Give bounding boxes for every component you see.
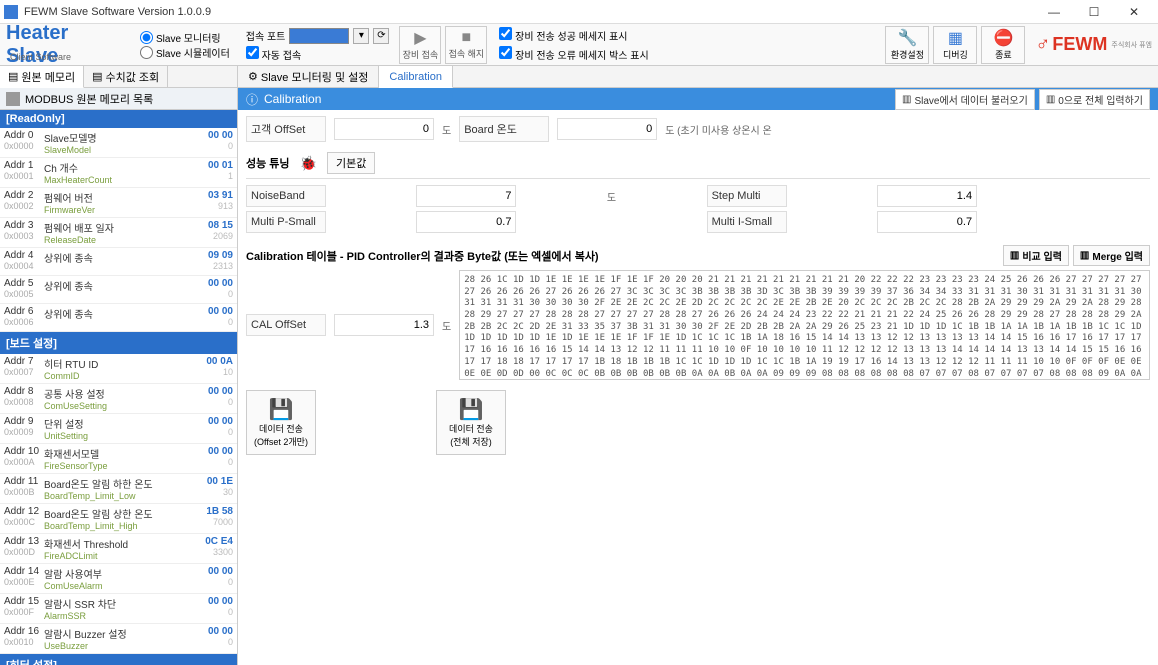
multip-label: Multi P-Small — [246, 211, 326, 233]
memory-row[interactable]: Addr 150x000F 알람시 SSR 차단AlarmSSR 00 000 — [0, 594, 237, 624]
port-select[interactable] — [289, 28, 349, 44]
board-temp-input[interactable]: 0 — [557, 118, 657, 140]
port-refresh-button[interactable]: ⟳ — [373, 28, 389, 44]
memory-row[interactable]: Addr 60x0006 상위에 종속 00 000 — [0, 304, 237, 332]
show-error-check[interactable]: 장비 전송 오류 메세지 박스 표시 — [499, 46, 648, 62]
memory-row[interactable]: Addr 100x000A 화재센서모델FireSensorType 00 00… — [0, 444, 237, 474]
section-readonly: [ReadOnly] — [0, 110, 237, 128]
board-temp-label: Board 온도 — [459, 116, 549, 142]
settings-button[interactable]: 🔧환경설정 — [885, 26, 929, 64]
section-heater: [히터 설정] — [0, 654, 237, 665]
stepmulti-label: Step Multi — [707, 185, 787, 207]
tab-original-memory[interactable]: ▤원본 메모리 — [0, 66, 84, 88]
memory-row[interactable]: Addr 90x0009 단위 설정UnitSetting 00 000 — [0, 414, 237, 444]
stepmulti-input[interactable]: 1.4 — [877, 185, 977, 207]
memory-row[interactable]: Addr 20x0002 펌웨어 버전FirmwareVer 03 91913 — [0, 188, 237, 218]
tab-slave-monitoring[interactable]: ⚙Slave 모니터링 및 설정 — [238, 66, 379, 87]
section-board: [보드 설정] — [0, 332, 237, 354]
memory-row[interactable]: Addr 70x0007 히터 RTU IDCommID 00 0A10 — [0, 354, 237, 384]
port-dropdown-button[interactable]: ▾ — [353, 28, 369, 44]
minimize-button[interactable]: — — [1034, 1, 1074, 23]
noiseband-input[interactable]: 7 — [416, 185, 516, 207]
multii-input[interactable]: 0.7 — [877, 211, 977, 233]
exit-button[interactable]: ⛔종료 — [981, 26, 1025, 64]
port-label: 접속 포트 — [246, 28, 286, 43]
list-icon: ▤ — [92, 70, 102, 83]
board-temp-note: 도 (초기 미사용 상온시 온 — [665, 122, 771, 137]
memory-row[interactable]: Addr 10x0001 Ch 개수MaxHeaterCount 00 011 — [0, 158, 237, 188]
memory-row[interactable]: Addr 160x0010 알람시 Buzzer 설정UseBuzzer 00 … — [0, 624, 237, 654]
memory-icon: ▤ — [8, 70, 18, 83]
titlebar: FEWM Slave Software Version 1.0.0.9 — ☐ … — [0, 0, 1158, 24]
close-button[interactable]: ✕ — [1114, 1, 1154, 23]
memory-row[interactable]: Addr 120x000C Board온도 알림 상한 온도BoardTemp_… — [0, 504, 237, 534]
fill-zero-button[interactable]: ▥0으로 전체 입력하기 — [1039, 89, 1150, 110]
basic-button[interactable]: 기본값 — [327, 152, 375, 174]
phi-icon: ♂ — [1035, 33, 1050, 56]
multip-input[interactable]: 0.7 — [416, 211, 516, 233]
memory-row[interactable]: Addr 30x0003 펌웨어 배포 일자ReleaseDate 08 152… — [0, 218, 237, 248]
header-toolbar: Heater Slave Client Software Slave 모니터링 … — [0, 24, 1158, 66]
memory-row[interactable]: Addr 110x000B Board온도 알림 하한 온도BoardTemp_… — [0, 474, 237, 504]
modbus-header: MODBUS 원본 메모리 목록 — [0, 88, 237, 110]
radio-monitoring[interactable]: Slave 모니터링 — [140, 30, 230, 45]
window-title: FEWM Slave Software Version 1.0.0.9 — [24, 6, 1034, 18]
save-offset-button[interactable]: 💾 데이터 전송 (Offset 2개만) — [246, 390, 316, 455]
memory-row[interactable]: Addr 140x000E 알람 사용여부ComUseAlarm 00 000 — [0, 564, 237, 594]
logo-subtitle: 주식회사 퓨엠 — [1111, 40, 1152, 50]
memory-row[interactable]: Addr 00x0000 Slave모델명SlaveModel 00 000 — [0, 128, 237, 158]
stop-sign-icon: ⛔ — [993, 28, 1013, 48]
radio-simulator[interactable]: Slave 시뮬레이터 — [140, 45, 230, 60]
play-icon: ▶ — [414, 28, 426, 48]
disk-icon: 💾 — [269, 397, 294, 422]
cal-offset-label: CAL OffSet — [246, 314, 326, 336]
copy-icon: ▥ — [1080, 250, 1089, 261]
right-pane: ⚙Slave 모니터링 및 설정 Calibration ⓘ Calibrati… — [238, 66, 1158, 665]
client-software-label: Client Software — [10, 52, 71, 62]
app-icon — [4, 5, 18, 19]
load-from-slave-button[interactable]: ▥Slave에서 데이터 불러오기 — [895, 89, 1035, 110]
save-all-button[interactable]: 💾 데이터 전송 (전체 저장) — [436, 390, 506, 455]
cal-table-header: Calibration 테이블 - PID Controller의 결과중 By… — [246, 248, 599, 264]
noiseband-label: NoiseBand — [246, 185, 326, 207]
hex-textarea[interactable]: 28 26 1C 1D 1D 1E 1E 1E 1E 1F 1E 1F 20 2… — [459, 270, 1150, 380]
tuning-label: 성능 튜닝 — [246, 155, 290, 171]
show-success-check[interactable]: 장비 전송 성공 메세지 표시 — [499, 27, 648, 43]
merge-input-button[interactable]: ▥Merge 입력 — [1073, 245, 1150, 266]
download-icon: ▥ — [902, 94, 911, 105]
tab-value-view[interactable]: ▤수치값 조회 — [84, 66, 168, 87]
modbus-icon — [6, 92, 20, 106]
debug-button[interactable]: ▦디버깅 — [933, 26, 977, 64]
calibration-header: ⓘ Calibration ▥Slave에서 데이터 불러오기 ▥0으로 전체 … — [238, 88, 1158, 110]
maximize-button[interactable]: ☐ — [1074, 1, 1114, 23]
gear-icon: ⚙ — [248, 70, 258, 83]
compare-input-button[interactable]: ▥비교 입력 — [1003, 245, 1069, 266]
logo: ♂FEWM — [1035, 33, 1107, 56]
connect-button[interactable]: ▶장비 접속 — [399, 26, 441, 64]
memory-row[interactable]: Addr 130x000D 화재센서 ThresholdFireADCLimit… — [0, 534, 237, 564]
info-icon: ⓘ — [246, 91, 258, 108]
auto-connect-check[interactable]: 자동 접속 — [246, 46, 390, 62]
calendar-icon: ▦ — [948, 28, 963, 48]
cust-offset-label: 고객 OffSet — [246, 116, 326, 142]
cust-offset-input[interactable]: 0 — [334, 118, 434, 140]
memory-row[interactable]: Addr 50x0005 상위에 종속 00 000 — [0, 276, 237, 304]
disk-icon: 💾 — [459, 397, 484, 422]
wrench-icon: 🔧 — [897, 28, 917, 48]
memory-list[interactable]: [ReadOnly] Addr 00x0000 Slave모델명SlaveMod… — [0, 110, 237, 665]
tab-calibration[interactable]: Calibration — [379, 66, 453, 88]
multii-label: Multi I-Small — [707, 211, 787, 233]
cal-offset-input[interactable]: 1.3 — [334, 314, 434, 336]
copy-icon: ▥ — [1010, 250, 1019, 261]
stop-icon: ■ — [462, 29, 472, 47]
disconnect-button[interactable]: ■접속 해지 — [445, 26, 487, 64]
bug-icon[interactable]: 🐞 — [300, 155, 317, 172]
left-pane: ▤원본 메모리 ▤수치값 조회 MODBUS 원본 메모리 목록 [ReadOn… — [0, 66, 238, 665]
memory-row[interactable]: Addr 40x0004 상위에 종속 09 092313 — [0, 248, 237, 276]
zero-icon: ▥ — [1046, 94, 1055, 105]
memory-row[interactable]: Addr 80x0008 공통 사용 설정ComUseSetting 00 00… — [0, 384, 237, 414]
